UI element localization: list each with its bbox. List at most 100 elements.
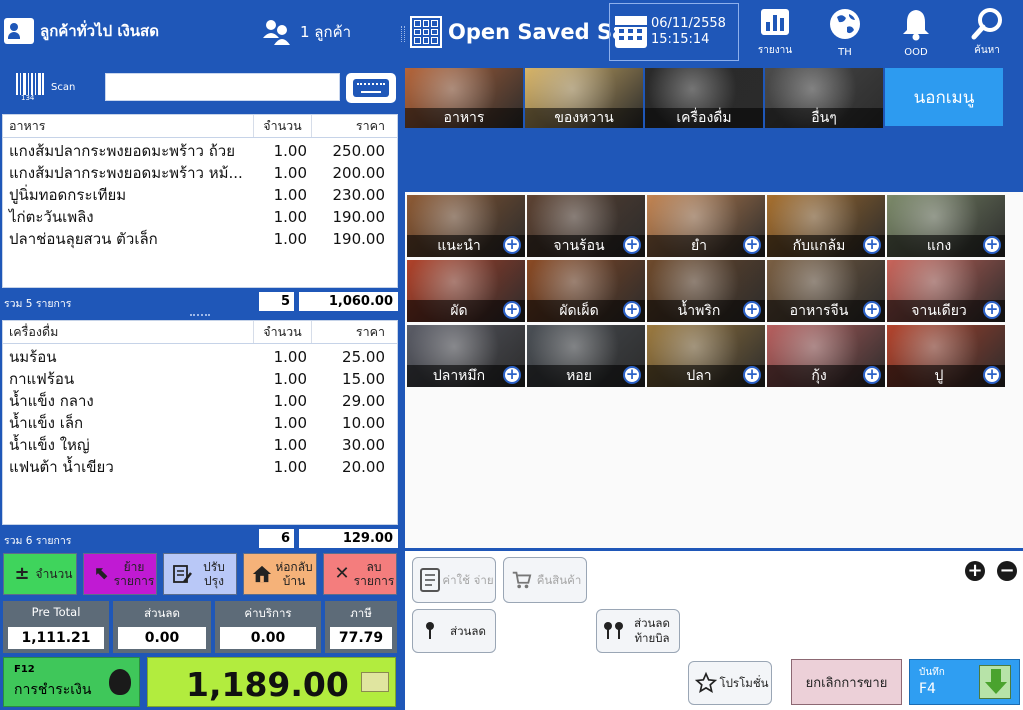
drink-summary-label: รวม 6 รายการ [4,535,72,547]
menu-item-tile[interactable]: แนะนำ + [407,195,525,257]
customer-count-button[interactable]: 1 ลูกค้า [262,18,351,46]
order-row[interactable]: น้ำแข็ง เล็ก 1.00 10.00 [3,412,397,434]
download-icon [979,665,1011,699]
order-row[interactable]: นมร้อน 1.00 25.00 [3,346,397,368]
menu-item-tile[interactable]: กับแกล้ม + [767,195,885,257]
order-row[interactable]: ไก่ตะวันเพลิง 1.00 190.00 [3,206,397,228]
food-summary-count: 5 [259,292,294,311]
language-label: TH [838,47,852,58]
plus-icon[interactable]: + [503,236,521,254]
promotion-button[interactable]: โปรโมชั่น [688,661,772,705]
category-tile[interactable]: อื่นๆ [765,68,883,128]
plus-icon[interactable]: + [743,236,761,254]
plus-icon[interactable]: + [623,301,641,319]
customer-selector[interactable]: ลูกค้าทั่วไป เงินสด [4,18,159,44]
menu-item-tile[interactable]: แกง + [887,195,1005,257]
scan-input[interactable] [105,73,340,101]
menu-item-tile[interactable]: ปู + [887,325,1005,387]
plus-icon[interactable]: + [503,301,521,319]
plus-icon[interactable]: + [863,301,881,319]
plus-icon[interactable]: + [983,236,1001,254]
order-row[interactable]: กาแฟร้อน 1.00 15.00 [3,368,397,390]
menu-item-tile[interactable]: จานเดียว + [887,260,1005,322]
order-row[interactable]: ปูนิ่มทอดกระเทียม 1.00 230.00 [3,184,397,206]
category-tab-off-menu[interactable]: นอกเมนู [885,68,1003,126]
menu-item-tile[interactable]: กุ้ง + [767,325,885,387]
plus-icon[interactable]: + [623,366,641,384]
category-tile[interactable]: เครื่องดื่ม [645,68,763,128]
customer-count: 1 ลูกค้า [300,23,352,41]
category-label: อาหาร [405,108,523,128]
grand-total-display: 1,189.00 [147,657,396,707]
item-qty: 1.00 [273,164,307,182]
keyboard-button[interactable] [346,73,396,103]
report-button[interactable]: รายงาน [745,4,805,62]
plus-icon[interactable]: + [863,366,881,384]
item-price: 200.00 [332,164,386,182]
item-name: น้ำแข็ง กลาง [9,392,94,410]
food-order-list[interactable]: อาหาร จำนวน ราคา แกงส้มปลากระพงยอดมะพร้า… [2,114,398,288]
zoom-out-icon[interactable]: − [997,561,1017,581]
order-row[interactable]: แฟนต้า น้ำเขียว 1.00 20.00 [3,456,397,478]
bill-discount-label: ส่วนลด ท้ายบิล [634,616,670,645]
order-row[interactable]: น้ำแข็ง ใหญ่ 1.00 30.00 [3,434,397,456]
menu-item-tile[interactable]: ปลาหมึก + [407,325,525,387]
plus-icon[interactable]: + [983,366,1001,384]
order-row[interactable]: แกงส้มปลากระพงยอดมะพร้าว หม้... 1.00 200.0… [3,162,397,184]
zoom-in-icon[interactable]: + [965,561,985,581]
order-row[interactable]: ปลาช่อนลุยสวน ตัวเล็ก 1.00 190.00 [3,228,397,250]
delete-items-button[interactable]: ✕ ลบ รายการ [323,553,397,595]
list-resize-handle[interactable] [190,314,210,317]
category-label: อื่นๆ [765,108,883,128]
expense-button[interactable]: ค่าใช้ จ่าย [412,557,496,603]
menu-item-tile[interactable]: ผัดเผ็ด + [527,260,645,322]
cancel-sale-button[interactable]: ยกเลิกการขาย [791,659,902,705]
plus-icon[interactable]: + [983,301,1001,319]
function-panel: ค่าใช้ จ่าย คืนสินค้า + − ส่วนลด ส่วนลด … [405,548,1023,710]
menu-item-tile[interactable]: อาหารจีน + [767,260,885,322]
plus-icon[interactable]: + [503,366,521,384]
drink-order-list[interactable]: เครื่องดื่ม จำนวน ราคา นมร้อน 1.00 25.00 ก… [2,320,398,525]
language-button[interactable]: TH [815,4,875,62]
quantity-button[interactable]: ± จำนวน [3,553,77,595]
adjust-button[interactable]: ปรับ ปรุง [163,553,237,595]
order-row[interactable]: น้ำแข็ง กลาง 1.00 29.00 [3,390,397,412]
item-qty: 1.00 [273,370,307,388]
panel-splitter[interactable] [401,26,405,42]
bill-discount-button[interactable]: ส่วนลด ท้ายบิล [596,609,680,653]
menu-item-tile[interactable]: ผัด + [407,260,525,322]
plus-icon[interactable]: + [623,236,641,254]
menu-item-tile[interactable]: ปลา + [647,325,765,387]
drink-order-header: เครื่องดื่ม จำนวน ราคา [3,321,397,344]
return-goods-button[interactable]: คืนสินค้า [503,557,587,603]
close-icon: ✕ [334,563,350,584]
payment-button[interactable]: F12 การชำระเงิน [3,657,140,707]
notification-button[interactable]: OOD [886,4,946,62]
discount-box: ส่วนลด 0.00 [113,601,211,653]
save-button[interactable]: บันทึก F4 [909,659,1020,705]
order-row[interactable]: แกงส้มปลากระพงยอดมะพร้าว ถ้วย 1.00 250.00 [3,140,397,162]
item-price: 230.00 [332,186,386,204]
move-items-button[interactable]: ⬉ ย้าย รายการ [83,553,157,595]
item-price: 25.00 [342,348,385,366]
report-label: รายงาน [757,45,793,56]
receipt-icon [419,568,441,592]
takeaway-button[interactable]: ห่อกลับ บ้าน [243,553,317,595]
date-text: 06/11/2558 [651,16,726,31]
plus-icon[interactable]: + [863,236,881,254]
menu-item-tile[interactable]: หอย + [527,325,645,387]
discount-button[interactable]: ส่วนลด [412,609,496,653]
category-tile[interactable]: อาหาร [405,68,523,128]
edit-list-icon [172,564,192,584]
date-time-display[interactable]: 06/11/2558 15:15:14 [609,3,739,61]
category-tabs: อาหาร ของหวาน เครื่องดื่ม อื่นๆ นอกเมนู [405,68,1023,128]
food-summary-label: รวม 5 รายการ [4,298,72,310]
search-button[interactable]: ค้นหา [957,4,1017,62]
plus-icon[interactable]: + [743,366,761,384]
food-order-header: อาหาร จำนวน ราคา [3,115,397,138]
category-tile[interactable]: ของหวาน [525,68,643,128]
menu-item-tile[interactable]: ยำ + [647,195,765,257]
plus-icon[interactable]: + [743,301,761,319]
menu-item-tile[interactable]: น้ำพริก + [647,260,765,322]
menu-item-tile[interactable]: จานร้อน + [527,195,645,257]
